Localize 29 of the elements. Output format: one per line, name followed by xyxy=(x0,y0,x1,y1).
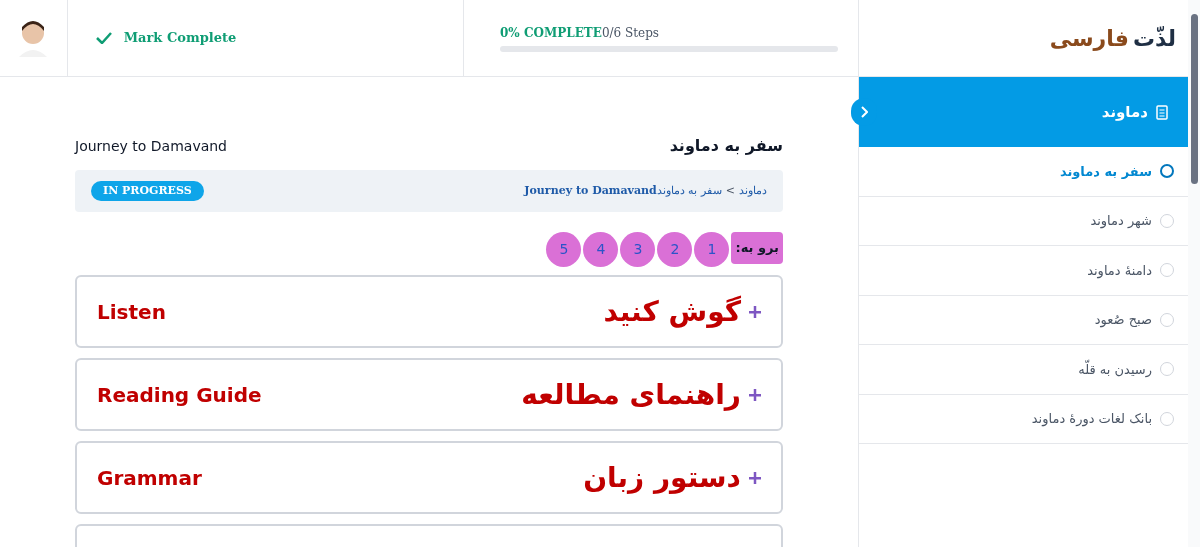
scrollbar[interactable] xyxy=(1188,0,1200,547)
jump-to-label: برو به: xyxy=(731,232,783,264)
lesson-title-persian: سفر به دماوند xyxy=(669,135,783,157)
lesson-title: رسیدن به قلّه xyxy=(1078,359,1152,379)
section-title-persian: دستور زبان xyxy=(583,459,741,496)
site-logo[interactable]: لذّت فارسی xyxy=(1049,21,1176,55)
section-title-persian: گوش کنید xyxy=(603,293,741,330)
lesson-title: شهر دماوند xyxy=(1090,212,1152,231)
lesson-title: سفر به دماوند xyxy=(1059,162,1152,181)
section-heading: دماوند xyxy=(1101,101,1148,123)
section-title-english: Reading Guide xyxy=(97,381,262,409)
breadcrumb-link[interactable]: سفر به دماوند xyxy=(656,182,722,200)
section-title-persian: راهنمای مطالعه xyxy=(521,376,741,413)
lesson-title-english: Journey to Damavand xyxy=(75,136,227,156)
check-icon xyxy=(95,32,112,44)
document-icon xyxy=(1156,104,1168,120)
status-badge: IN PROGRESS xyxy=(91,180,204,202)
chevron-right-icon xyxy=(860,106,868,118)
breadcrumb-separator: > xyxy=(725,182,735,199)
lesson-title: بانک لغات دورهٔ دماوند xyxy=(1031,410,1152,429)
section-title-english: Grammar xyxy=(97,464,202,492)
section-title-english: Listen xyxy=(97,298,166,326)
mark-complete-button[interactable]: Mark Complete xyxy=(95,28,237,48)
breadcrumb-current: Journey to Damavand xyxy=(524,182,657,199)
steps-count: 0/6 Steps xyxy=(601,25,660,42)
breadcrumb-link[interactable]: دماوند xyxy=(739,182,767,200)
progress-label: 0% COMPLETE xyxy=(500,25,602,42)
lesson-title: دامنهٔ دماوند xyxy=(1087,261,1152,280)
lesson-title: صبح صُعود xyxy=(1094,311,1152,330)
